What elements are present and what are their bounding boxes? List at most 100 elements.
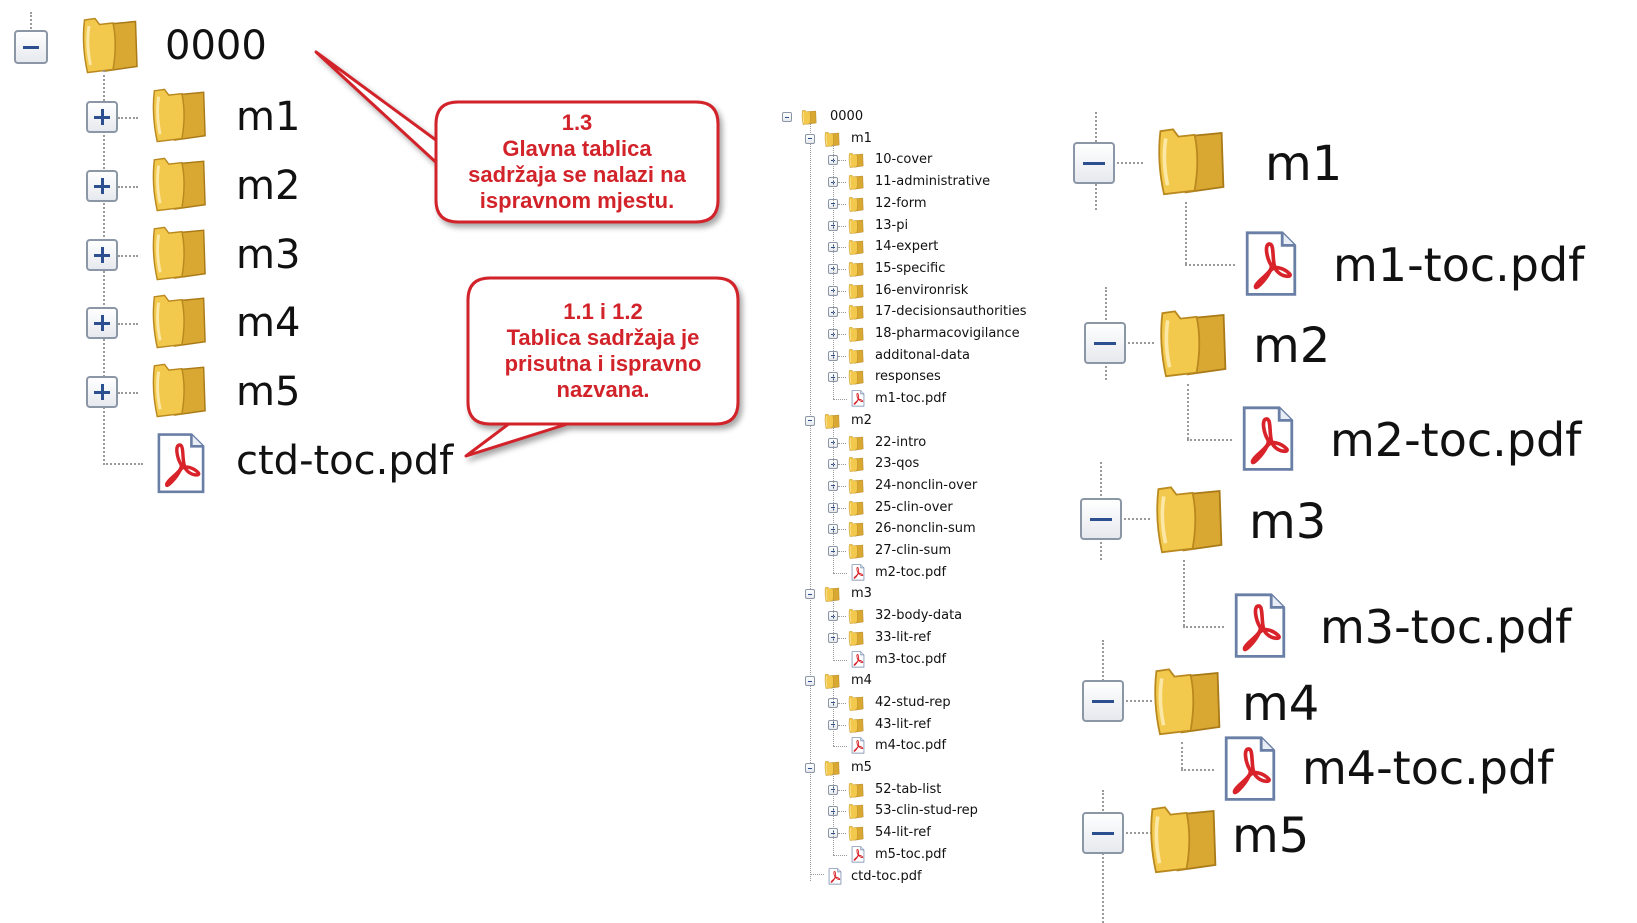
collapse-toggle-large-m1[interactable] bbox=[1073, 142, 1115, 184]
small-folder-label-m3: m3 bbox=[851, 586, 872, 602]
tree-connector bbox=[1126, 700, 1152, 702]
collapse-toggle-large-m5[interactable] bbox=[1082, 812, 1124, 854]
pdf-icon bbox=[851, 846, 865, 863]
tree-connector bbox=[833, 600, 834, 660]
folder-icon bbox=[848, 826, 864, 841]
tree-connector bbox=[838, 290, 846, 292]
folder-icon bbox=[848, 543, 864, 559]
tree-connector bbox=[1183, 560, 1185, 626]
small-file-label-m4-toc.pdf: m4-toc.pdf bbox=[875, 738, 947, 754]
tree-connector bbox=[838, 268, 846, 270]
folder-icon bbox=[848, 457, 864, 473]
folder-icon bbox=[1158, 128, 1225, 196]
small-folder-label-26-nonclin-sum: 26-nonclin-sum bbox=[875, 521, 976, 537]
collapse-root-toggle-small[interactable] bbox=[782, 112, 792, 122]
small-folder-label-33-lit-ref: 33-lit-ref bbox=[875, 629, 931, 645]
tree-connector bbox=[833, 687, 834, 747]
tree-connector bbox=[1187, 439, 1232, 441]
folder-icon bbox=[848, 370, 864, 386]
folder-icon bbox=[848, 804, 864, 820]
small-folder-label-15-specific: 15-specific bbox=[875, 260, 946, 276]
tree-connector bbox=[1185, 264, 1235, 266]
tree-connector bbox=[833, 854, 847, 856]
small-folder-label-11-administrative: 11-administrative bbox=[875, 174, 991, 190]
small-folder-label-m4: m4 bbox=[851, 673, 872, 689]
tree-connector bbox=[838, 811, 846, 813]
callout-line: nazvana. bbox=[556, 377, 650, 402]
collapse-toggle-large-m4[interactable] bbox=[1082, 680, 1124, 722]
tree-connector bbox=[833, 144, 834, 400]
tree-connector bbox=[838, 551, 846, 552]
collapse-toggle-large-m3[interactable] bbox=[1080, 498, 1122, 540]
small-folder-label-10-cover: 10-cover bbox=[875, 152, 933, 168]
folder-icon bbox=[1150, 806, 1217, 874]
folder-icon bbox=[848, 261, 864, 277]
folder-icon bbox=[824, 131, 840, 147]
folder-icon bbox=[1154, 668, 1221, 736]
pdf-icon bbox=[851, 737, 865, 754]
callout-line: 1.1 i 1.2 bbox=[563, 299, 643, 324]
small-folder-label-23-qos: 23-qos bbox=[875, 456, 920, 472]
pdf-icon bbox=[851, 390, 865, 407]
tree-connector bbox=[838, 334, 846, 335]
small-file-label-m1-toc.pdf: m1-toc.pdf bbox=[875, 391, 947, 407]
folder-icon bbox=[848, 305, 864, 321]
collapse-toggle-m4[interactable] bbox=[805, 676, 815, 687]
small-folder-label-16-environrisk: 16-environrisk bbox=[875, 282, 969, 298]
folder-icon bbox=[848, 240, 864, 256]
folder-icon bbox=[848, 609, 864, 624]
tree-connector bbox=[838, 529, 846, 531]
tree-connector bbox=[838, 724, 846, 726]
folder-icon bbox=[848, 218, 864, 234]
tree-connector bbox=[1185, 202, 1187, 264]
callout-line: prisutna i ispravno bbox=[504, 351, 702, 376]
small-folder-label-m1: m1 bbox=[851, 130, 872, 146]
small-folder-label-12-form: 12-form bbox=[875, 195, 927, 211]
folder-icon bbox=[848, 348, 864, 364]
collapse-toggle-m5[interactable] bbox=[805, 763, 815, 773]
small-folder-label-responses: responses bbox=[875, 369, 941, 385]
collapse-toggle-large-m2[interactable] bbox=[1084, 322, 1126, 364]
collapse-toggle-m2[interactable] bbox=[805, 415, 815, 426]
tree-connector bbox=[833, 659, 847, 661]
tree-connector bbox=[838, 377, 846, 379]
tree-connector bbox=[1124, 518, 1150, 520]
tree-connector bbox=[838, 507, 846, 509]
tree-connector bbox=[1183, 626, 1224, 628]
small-folder-label-17-decisionsauthorities: 17-decisionsauthorities bbox=[875, 304, 1027, 320]
folder-icon bbox=[1156, 486, 1223, 554]
callout-line: Tablica sadržaja je bbox=[506, 325, 700, 350]
callout-toc-present-text: 1.1 i 1.2 Tablica sadržaja je prisutna i i… bbox=[468, 299, 738, 403]
tree-connector bbox=[1187, 384, 1189, 439]
folder-icon bbox=[848, 500, 864, 516]
collapse-toggle-m3[interactable] bbox=[805, 589, 815, 600]
folder-icon bbox=[848, 478, 864, 494]
tree-connector bbox=[833, 572, 847, 574]
folder-icon bbox=[848, 153, 864, 169]
folder-icon bbox=[848, 630, 864, 646]
small-folder-label-m5: m5 bbox=[851, 760, 872, 775]
tree-connector bbox=[838, 225, 846, 227]
pdf-icon bbox=[828, 867, 842, 884]
small-folder-label-42-stud-rep: 42-stud-rep bbox=[875, 694, 951, 710]
pdf-icon bbox=[851, 650, 865, 667]
tree-connector bbox=[838, 789, 846, 791]
small-file-label-m3-toc.pdf: m3-toc.pdf bbox=[875, 651, 947, 667]
folder-icon bbox=[801, 109, 817, 125]
folder-icon bbox=[848, 326, 864, 342]
small-folder-label-52-tab-list: 52-tab-list bbox=[875, 781, 942, 797]
tree-connector bbox=[838, 702, 846, 704]
pdf-icon bbox=[1245, 231, 1297, 296]
small-folder-label-27-clin-sum: 27-clin-sum bbox=[875, 543, 952, 558]
tree-connector bbox=[838, 833, 846, 835]
small-folder-label-24-nonclin-over: 24-nonclin-over bbox=[875, 477, 978, 493]
large-folder-label-m3: m3 bbox=[1249, 494, 1327, 550]
tree-connector bbox=[1117, 162, 1143, 164]
collapse-toggle-m1[interactable] bbox=[805, 133, 815, 144]
large-file-label-m4-toc.pdf: m4-toc.pdf bbox=[1302, 741, 1554, 795]
tree-connector bbox=[1181, 742, 1183, 769]
tree-connector bbox=[833, 746, 847, 748]
tree-connector bbox=[838, 464, 846, 466]
large-file-label-m2-toc.pdf: m2-toc.pdf bbox=[1330, 413, 1582, 467]
folder-icon bbox=[848, 196, 864, 212]
